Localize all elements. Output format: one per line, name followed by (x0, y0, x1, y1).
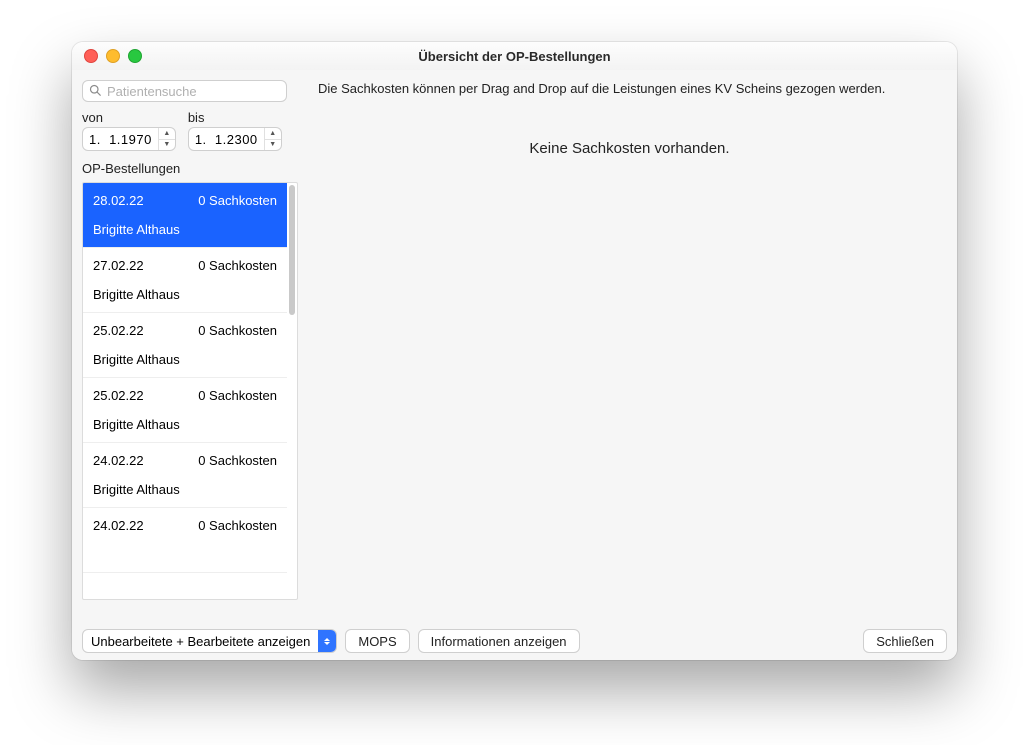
mops-button[interactable]: MOPS (345, 629, 409, 653)
to-date-down[interactable]: ▼ (265, 140, 281, 151)
from-date-down[interactable]: ▼ (159, 140, 175, 151)
zoom-window-button[interactable] (128, 49, 142, 63)
from-label: von (82, 110, 176, 125)
filter-select-value: Unbearbeitete + Bearbeitete anzeigen (83, 634, 318, 649)
order-cost: 0 Sachkosten (198, 518, 277, 533)
order-row[interactable]: 27.02.22 0 Sachkosten Brigitte Althaus (83, 248, 287, 313)
order-date: 25.02.22 (93, 388, 144, 403)
order-patient: Brigitte Althaus (93, 482, 277, 497)
traffic-lights (84, 49, 142, 63)
order-row[interactable]: 24.02.22 0 Sachkosten Brigitte Althaus (83, 443, 287, 508)
close-button[interactable]: Schließen (863, 629, 947, 653)
dropdown-arrows-icon (318, 630, 336, 652)
to-label: bis (188, 110, 282, 125)
window-title: Übersicht der OP-Bestellungen (72, 49, 957, 64)
search-icon (89, 84, 105, 99)
order-row[interactable]: 28.02.22 0 Sachkosten Brigitte Althaus (83, 183, 287, 248)
show-info-button[interactable]: Informationen anzeigen (418, 629, 580, 653)
to-date-up[interactable]: ▲ (265, 128, 281, 140)
order-date: 24.02.22 (93, 518, 144, 533)
sidebar: von 1. 1.1970 ▲ ▼ bis 1. 1.2300 (72, 70, 306, 622)
order-patient: Brigitte Althaus (93, 417, 277, 432)
order-date: 24.02.22 (93, 453, 144, 468)
from-date-stepper[interactable]: 1. 1.1970 ▲ ▼ (82, 127, 176, 151)
from-date-value[interactable]: 1. 1.1970 (83, 132, 158, 147)
orders-list: 28.02.220 SachkostenBrigitte Althaus27.0… (82, 182, 298, 600)
order-cost: 0 Sachkosten (198, 258, 277, 273)
right-pane: Die Sachkosten können per Drag and Drop … (306, 70, 957, 622)
from-date-up[interactable]: ▲ (159, 128, 175, 140)
close-window-button[interactable] (84, 49, 98, 63)
patient-search[interactable] (82, 80, 287, 102)
to-date-value[interactable]: 1. 1.2300 (189, 132, 264, 147)
to-date-stepper[interactable]: 1. 1.2300 ▲ ▼ (188, 127, 282, 151)
titlebar: Übersicht der OP-Bestellungen (72, 42, 957, 71)
drag-drop-hint: Die Sachkosten können per Drag and Drop … (318, 80, 941, 98)
orders-scrollbar[interactable] (289, 185, 295, 315)
order-row[interactable]: 24.02.220 SachkostenBrigitte Althaus (83, 508, 287, 573)
order-cost: 0 Sachkosten (198, 323, 277, 338)
order-row[interactable]: 25.02.22 0 Sachkosten Brigitte Althaus (83, 378, 287, 443)
order-date: 28.02.22 (93, 193, 144, 208)
filter-select[interactable]: Unbearbeitete + Bearbeitete anzeigen (82, 629, 337, 653)
order-patient: Brigitte Althaus (93, 222, 277, 237)
order-date: 27.02.22 (93, 258, 144, 273)
bottom-bar: Unbearbeitete + Bearbeitete anzeigen MOP… (72, 622, 957, 660)
orders-list-label: OP-Bestellungen (82, 161, 306, 176)
minimize-window-button[interactable] (106, 49, 120, 63)
order-patient: Brigitte Althaus (93, 352, 277, 367)
order-row[interactable]: 25.02.22 0 Sachkosten Brigitte Althaus (83, 313, 287, 378)
order-cost: 0 Sachkosten (198, 388, 277, 403)
order-cost: 0 Sachkosten (198, 193, 277, 208)
no-costs-message: Keine Sachkosten vorhanden. (318, 140, 941, 157)
content: von 1. 1.1970 ▲ ▼ bis 1. 1.2300 (72, 70, 957, 660)
patient-search-input[interactable] (105, 83, 285, 100)
order-patient: Brigitte Althaus (93, 287, 277, 302)
order-cost: 0 Sachkosten (198, 453, 277, 468)
window: Übersicht der OP-Bestellungen von 1. 1.1… (72, 42, 957, 660)
order-date: 25.02.22 (93, 323, 144, 338)
